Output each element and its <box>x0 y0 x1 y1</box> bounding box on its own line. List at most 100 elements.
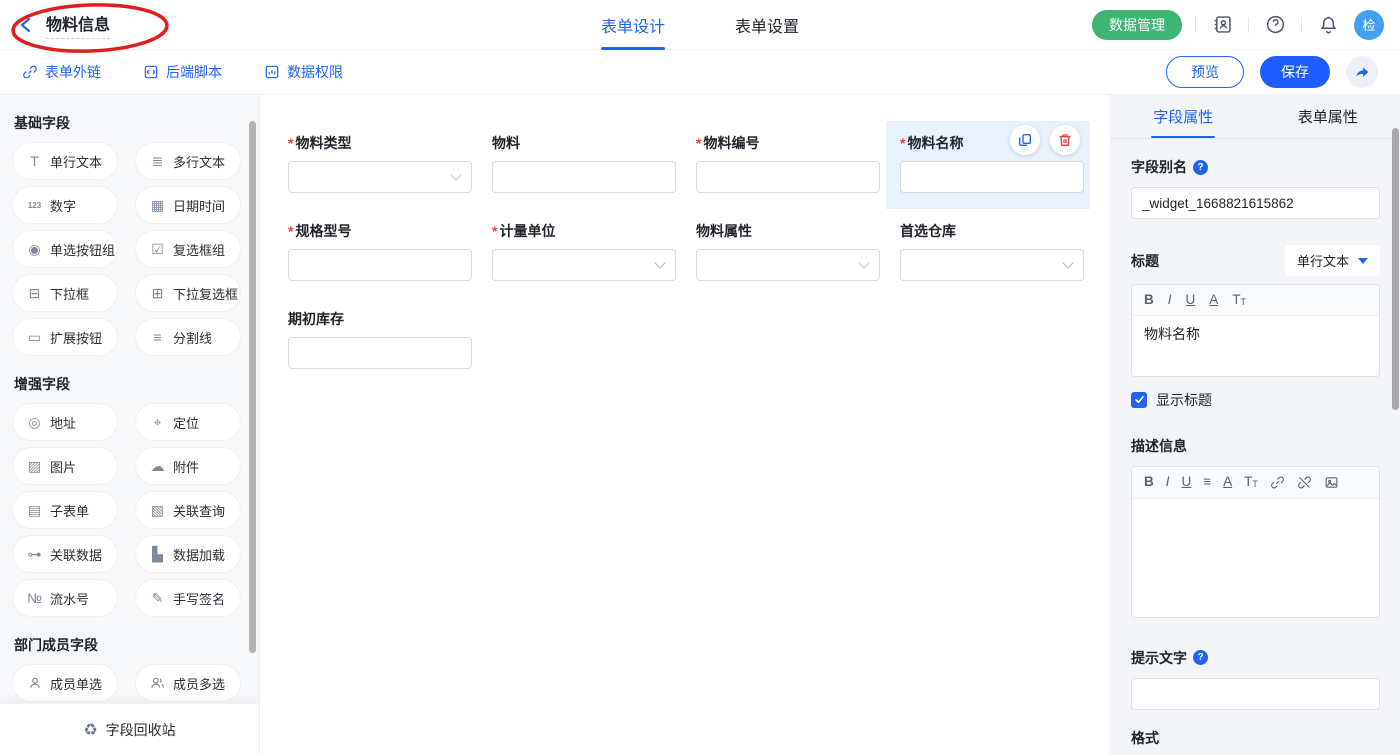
tab-form-settings[interactable]: 表单设置 <box>735 0 799 50</box>
field-item-select[interactable]: ⊟下拉框 <box>12 274 118 312</box>
bold-icon[interactable]: B <box>1144 475 1154 489</box>
script-icon <box>143 64 159 80</box>
field-item-subform[interactable]: ▤子表单 <box>12 491 118 529</box>
app-header: 物料信息 表单设计 表单设置 数据管理 检 <box>0 0 1400 50</box>
field-item-member-multi[interactable]: 成员多选 <box>135 664 241 702</box>
trash-icon <box>1057 132 1073 148</box>
tab-form-properties[interactable]: 表单属性 <box>1256 95 1400 138</box>
field-item-checkbox-group[interactable]: ☑复选框组 <box>135 230 241 268</box>
font-size-icon[interactable]: TT <box>1244 475 1258 489</box>
sidebar-scrollbar[interactable] <box>249 121 256 653</box>
panel-scrollbar[interactable] <box>1392 128 1399 410</box>
header-left: 物料信息 <box>16 11 110 39</box>
form-field-preferred-warehouse[interactable]: 首选仓库 <box>886 209 1090 297</box>
italic-icon[interactable]: I <box>1168 293 1172 307</box>
underline-icon[interactable]: U <box>1186 293 1196 307</box>
data-manage-button[interactable]: 数据管理 <box>1092 10 1182 40</box>
required-mark: * <box>696 133 701 153</box>
remove-link-icon[interactable] <box>1297 475 1312 490</box>
field-item-linked-query[interactable]: ▧关联查询 <box>135 491 241 529</box>
form-field-material-attr[interactable]: 物料属性 <box>682 209 886 297</box>
font-color-icon[interactable]: A <box>1223 475 1232 489</box>
preview-button[interactable]: 预览 <box>1166 56 1244 88</box>
user-avatar[interactable]: 检 <box>1354 10 1384 40</box>
italic-icon[interactable]: I <box>1166 475 1170 489</box>
material-code-input[interactable] <box>696 161 880 193</box>
form-design-canvas[interactable]: *物料类型 物料 *物料编号 * <box>260 95 1110 755</box>
single-line-text-icon: T <box>26 153 43 169</box>
field-alias-input[interactable] <box>1131 187 1380 219</box>
contacts-icon[interactable] <box>1209 12 1235 38</box>
title-editor-content[interactable]: 物料名称 <box>1132 316 1379 376</box>
title-type-dropdown[interactable]: 单行文本 <box>1285 245 1380 276</box>
form-field-spec-model[interactable]: *规格型号 <box>274 209 478 297</box>
field-item-multi-select[interactable]: ⊞下拉复选框 <box>135 274 241 312</box>
field-item-signature[interactable]: ✎手写签名 <box>135 579 241 617</box>
backend-script-button[interactable]: 后端脚本 <box>143 62 222 82</box>
field-item-image[interactable]: ▨图片 <box>12 447 118 485</box>
material-attr-select[interactable] <box>696 249 880 281</box>
notification-bell-icon[interactable] <box>1315 12 1341 38</box>
delete-field-button[interactable] <box>1050 125 1080 155</box>
form-field-material-type[interactable]: *物料类型 <box>274 121 478 209</box>
form-field-material-name-selected[interactable]: *物料名称 <box>886 121 1090 209</box>
placeholder-input[interactable] <box>1131 678 1380 710</box>
form-field-initial-stock[interactable]: 期初库存 <box>274 297 478 385</box>
field-item-multi-line-text[interactable]: ≣多行文本 <box>135 142 241 180</box>
field-item-linked-data[interactable]: ⊶关联数据 <box>12 535 118 573</box>
field-item-number[interactable]: 123数字 <box>12 186 118 224</box>
description-editor-content[interactable] <box>1132 499 1379 617</box>
bold-icon[interactable]: B <box>1144 293 1154 307</box>
form-toolbar: 表单外链 后端脚本 数据权限 预览 保存 <box>0 50 1400 95</box>
save-button[interactable]: 保存 <box>1260 56 1330 88</box>
align-icon[interactable]: ≡ <box>1203 475 1211 489</box>
form-field-material[interactable]: 物料 <box>478 121 682 209</box>
field-item-member-single[interactable]: 成员单选 <box>12 664 118 702</box>
spec-model-input[interactable] <box>288 249 472 281</box>
description-editor: B I U ≡ A TT <box>1131 466 1380 618</box>
back-button[interactable] <box>16 15 36 35</box>
field-item-extend-button[interactable]: ▭扩展按钮 <box>12 318 118 356</box>
help-icon[interactable]: ? <box>1193 650 1208 665</box>
tab-form-design[interactable]: 表单设计 <box>601 0 665 50</box>
help-icon[interactable] <box>1262 12 1288 38</box>
font-size-icon[interactable]: TT <box>1232 293 1246 307</box>
copy-field-button[interactable] <box>1010 125 1040 155</box>
insert-link-icon[interactable] <box>1270 475 1285 490</box>
underline-icon[interactable]: U <box>1182 475 1192 489</box>
share-button[interactable] <box>1346 56 1378 88</box>
material-type-select[interactable] <box>288 161 472 193</box>
field-item-single-line-text[interactable]: T单行文本 <box>12 142 118 180</box>
field-item-address[interactable]: ◎地址 <box>12 403 118 441</box>
field-recycle-bin[interactable]: ♻ 字段回收站 <box>0 703 259 755</box>
field-item-location[interactable]: ⌖定位 <box>135 403 241 441</box>
form-field-unit[interactable]: *计量单位 <box>478 209 682 297</box>
preferred-warehouse-select[interactable] <box>900 249 1084 281</box>
address-icon: ◎ <box>26 414 43 431</box>
material-input[interactable] <box>492 161 676 193</box>
checkbox-checked-icon[interactable] <box>1131 392 1147 408</box>
unit-select[interactable] <box>492 249 676 281</box>
external-link-button[interactable]: 表单外链 <box>22 62 101 82</box>
material-name-input[interactable] <box>900 161 1084 193</box>
header-tabs: 表单设计 表单设置 <box>601 0 799 50</box>
show-title-label: 显示标题 <box>1156 390 1212 410</box>
initial-stock-input[interactable] <box>288 337 472 369</box>
toolbar-right: 预览 保存 <box>1166 56 1378 88</box>
font-color-icon[interactable]: A <box>1209 293 1218 307</box>
tab-field-properties[interactable]: 字段属性 <box>1111 95 1256 138</box>
field-item-serial-number[interactable]: №流水号 <box>12 579 118 617</box>
field-item-data-load[interactable]: ▙数据加载 <box>135 535 241 573</box>
field-item-radio-group[interactable]: ◉单选按钮组 <box>12 230 118 268</box>
form-field-material-code[interactable]: *物料编号 <box>682 121 886 209</box>
insert-image-icon[interactable] <box>1324 475 1339 490</box>
field-item-datetime[interactable]: ▦日期时间 <box>135 186 241 224</box>
help-icon[interactable]: ? <box>1193 160 1208 175</box>
title-label: 标题 <box>1131 251 1159 271</box>
share-arrow-icon <box>1353 63 1371 81</box>
field-item-divider[interactable]: ≡分割线 <box>135 318 241 356</box>
data-permission-button[interactable]: 数据权限 <box>264 62 343 82</box>
field-item-attachment[interactable]: ☁附件 <box>135 447 241 485</box>
data-load-icon: ▙ <box>149 546 166 563</box>
show-title-checkbox-row[interactable]: 显示标题 <box>1131 390 1380 410</box>
